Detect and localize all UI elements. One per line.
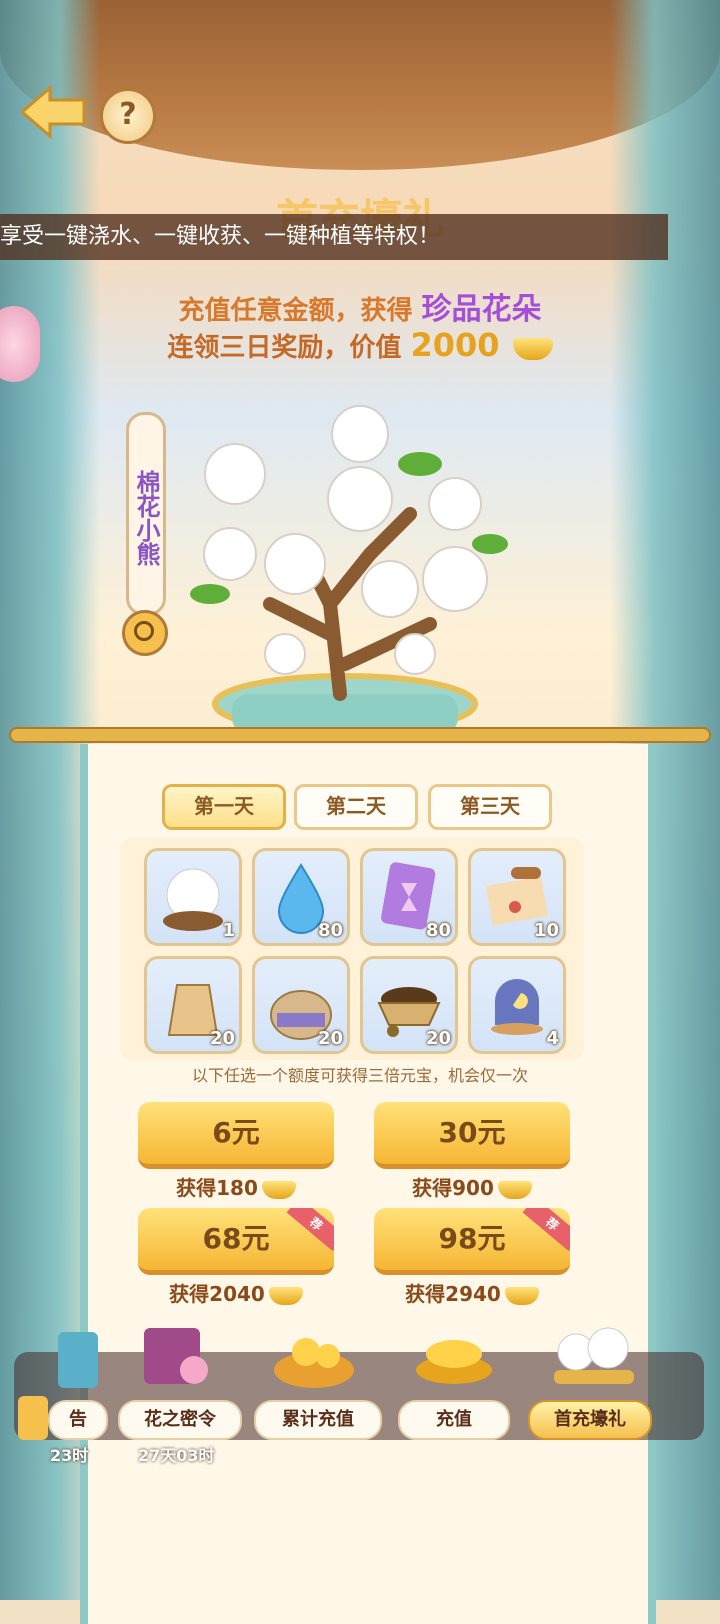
reward-qty: 20 — [317, 1028, 343, 1049]
recharge-30-button[interactable]: 30元 — [374, 1102, 570, 1169]
recharge-68-button[interactable]: 68元 荐 — [138, 1208, 334, 1275]
recharge-30-gain: 获得900 — [374, 1172, 570, 1201]
recharge-price: 6元 — [212, 1116, 260, 1149]
gold-ingot-icon — [268, 1286, 303, 1305]
nav-item-recharge[interactable]: 充值 — [398, 1400, 510, 1440]
reward-item-scroll[interactable]: 10 — [468, 848, 566, 946]
nav-item-first-recharge[interactable]: 首充壕礼 — [528, 1400, 652, 1440]
recharge-6-button[interactable]: 6元 — [138, 1102, 334, 1169]
gold-ingot-stack-icon — [416, 1340, 492, 1384]
recharge-price: 30元 — [438, 1116, 506, 1149]
reward-qty: 1 — [222, 920, 235, 941]
promo-line-2-text: 连领三日奖励，价值 — [167, 333, 402, 363]
recommend-tag: 荐 — [522, 1208, 570, 1251]
nav-item-cumulative-recharge[interactable]: 累计充值 — [254, 1400, 382, 1440]
nav-item-announcement[interactable]: 告 — [48, 1400, 108, 1440]
reward-qty: 10 — [533, 920, 559, 941]
gold-ingot-icon — [261, 1180, 296, 1199]
reward-item-water[interactable]: 80 — [252, 848, 350, 946]
tab-day-1[interactable]: 第一天 — [162, 784, 286, 830]
reward-qty: 80 — [425, 920, 451, 941]
recharge-68-gain: 获得2040 — [138, 1278, 334, 1307]
recharge-price: 68元 — [202, 1222, 270, 1255]
reward-qty: 20 — [209, 1028, 235, 1049]
gain-text: 获得180 — [176, 1176, 258, 1200]
gold-ingot-icon — [512, 337, 553, 360]
gain-text: 获得2940 — [405, 1282, 501, 1306]
recharge-6-gain: 获得180 — [138, 1172, 334, 1201]
recharge-98-button[interactable]: 98元 荐 — [374, 1208, 570, 1275]
back-button[interactable] — [18, 84, 88, 140]
tab-day-3[interactable]: 第三天 — [428, 784, 552, 830]
help-button[interactable]: ? — [100, 88, 156, 144]
cumulative-recharge-icon — [274, 1338, 354, 1388]
reward-item-cotton-bear[interactable]: 1 — [144, 848, 242, 946]
reward-qty: 20 — [425, 1028, 451, 1049]
gold-ingot-icon — [497, 1180, 532, 1199]
recharge-98-gain: 获得2940 — [374, 1278, 570, 1307]
secret-book-icon — [144, 1328, 208, 1384]
promo-line-1: 充值任意金额，获得 珍品花朵 — [0, 284, 720, 328]
tab-day-2[interactable]: 第二天 — [294, 784, 418, 830]
promo-highlight-flower: 珍品花朵 — [421, 292, 542, 327]
reward-item-vinegar[interactable]: 20 — [252, 956, 350, 1054]
recommend-tag: 荐 — [286, 1208, 334, 1251]
gain-text: 获得2040 — [169, 1282, 265, 1306]
nav-left-arrow-icon[interactable] — [18, 1396, 48, 1440]
announcement-icon — [58, 1332, 98, 1388]
cotton-bear-gift-icon — [554, 1327, 634, 1384]
reward-item-soil[interactable]: 20 — [360, 956, 458, 1054]
reward-item-fertilizer[interactable]: 20 — [144, 956, 242, 1054]
gain-text: 获得900 — [412, 1176, 494, 1200]
promo-line-1-text: 充值任意金额，获得 — [178, 296, 413, 326]
reward-qty: 80 — [317, 920, 343, 941]
promo-line-2: 连领三日奖励，价值 2000 — [0, 326, 720, 364]
cotton-bear-tree-image — [190, 405, 508, 735]
nav-item-flower-secret[interactable]: 花之密令 — [118, 1400, 242, 1440]
gold-ingot-icon — [504, 1286, 539, 1305]
flower-name-plaque: 棉花小熊 — [126, 412, 166, 616]
magnify-icon[interactable] — [122, 610, 168, 656]
notice-text: 以下任选一个额度可获得三倍元宝，机会仅一次 — [191, 1066, 528, 1085]
announcement-timer: 23时 — [50, 1446, 89, 1465]
back-arrow-icon — [19, 84, 86, 140]
reward-qty: 4 — [546, 1028, 559, 1049]
recharge-price: 98元 — [438, 1222, 506, 1255]
reward-item-hourglass-card[interactable]: 80 — [360, 848, 458, 946]
promo-value: 2000 — [410, 326, 500, 364]
marquee-text: 享受一键浇水、一键收获、一键种植等特权！ — [0, 214, 668, 260]
flower-secret-timer: 27天03时 — [138, 1446, 215, 1465]
reward-item-glass-dome[interactable]: 4 — [468, 956, 566, 1054]
